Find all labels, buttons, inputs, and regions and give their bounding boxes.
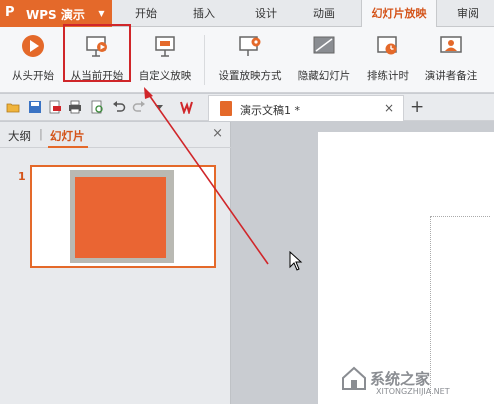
tab-start[interactable]: 开始 xyxy=(128,0,164,27)
panel-tabs: 大纲 | 幻灯片 × xyxy=(0,122,231,148)
document-title: 演示文稿1 * xyxy=(240,104,300,117)
document-tab[interactable]: 演示文稿1 * × xyxy=(208,95,404,121)
save-icon[interactable] xyxy=(28,100,42,114)
export-pdf-icon[interactable] xyxy=(48,100,62,114)
print-preview-icon[interactable] xyxy=(90,100,104,114)
watermark-url: XITONGZHIJIA.NET xyxy=(376,387,450,396)
ribbon-divider xyxy=(204,35,205,85)
customize-toolbar-icon[interactable] xyxy=(152,100,166,114)
undo-icon[interactable] xyxy=(112,100,126,114)
button-label: 演讲者备注 xyxy=(424,70,478,82)
close-icon[interactable]: × xyxy=(212,126,223,141)
open-folder-icon[interactable] xyxy=(6,100,20,114)
custom-show-icon xyxy=(155,36,175,57)
watermark: 系统之家 XITONGZHIJIA.NET xyxy=(340,360,490,400)
button-label: 自定义放映 xyxy=(138,70,192,82)
tab-design[interactable]: 设计 xyxy=(248,0,284,27)
setup-show-icon xyxy=(239,36,261,56)
speaker-notes-icon xyxy=(440,36,462,53)
button-label: 排练计时 xyxy=(367,70,409,82)
close-icon[interactable]: × xyxy=(384,101,394,115)
tab-separator: | xyxy=(39,127,43,141)
slide-thumbnail[interactable] xyxy=(30,165,216,268)
wps-w-icon[interactable] xyxy=(180,100,198,114)
slides-panel: 大纲 | 幻灯片 × 1 xyxy=(0,122,231,404)
rehearse-timing-icon xyxy=(377,36,397,55)
active-tab-underline xyxy=(48,146,88,148)
tab-animation[interactable]: 动画 xyxy=(306,0,342,27)
tab-review[interactable]: 审阅 xyxy=(450,0,486,27)
highlight-box xyxy=(63,24,131,82)
button-label: 从头开始 xyxy=(12,70,54,82)
chevron-down-icon[interactable]: ▼ xyxy=(95,8,108,20)
tab-insert[interactable]: 插入 xyxy=(186,0,222,27)
tab-slides[interactable]: 幻灯片 xyxy=(50,128,85,144)
button-label: 设置放映方式 xyxy=(218,70,282,82)
tab-slideshow[interactable]: 幻灯片放映 xyxy=(361,0,437,28)
menu-bar: P WPS 演示 ▼ 开始 插入 设计 动画 幻灯片放映 审阅 xyxy=(0,0,494,28)
speaker-notes-button[interactable]: 演讲者备注 xyxy=(418,31,484,89)
presentation-file-icon xyxy=(220,101,232,116)
hide-slide-icon xyxy=(313,36,335,54)
rehearse-timing-button[interactable]: 排练计时 xyxy=(360,31,416,89)
setup-show-button[interactable]: 设置放映方式 xyxy=(212,31,288,89)
wps-logo-icon: P xyxy=(5,5,15,20)
watermark-text: 系统之家 xyxy=(370,370,431,388)
hide-slide-button[interactable]: 隐藏幻灯片 xyxy=(292,31,356,89)
slide-number: 1 xyxy=(18,170,26,183)
orange-block xyxy=(75,177,166,258)
play-circle-icon xyxy=(22,35,44,57)
app-name: WPS 演示 xyxy=(26,8,85,22)
app-menu-button[interactable]: P WPS 演示 ▼ xyxy=(0,0,112,27)
mouse-cursor-icon xyxy=(289,251,303,271)
redo-icon[interactable] xyxy=(132,100,146,114)
button-label: 隐藏幻灯片 xyxy=(297,70,351,82)
tab-outline[interactable]: 大纲 xyxy=(8,128,31,144)
start-from-beginning-button[interactable]: 从头开始 xyxy=(4,31,62,89)
slide-image xyxy=(70,170,174,263)
print-icon[interactable] xyxy=(68,100,82,114)
house-logo-icon xyxy=(342,366,366,390)
custom-show-button[interactable]: 自定义放映 xyxy=(132,31,198,89)
new-tab-button[interactable]: + xyxy=(410,96,424,118)
